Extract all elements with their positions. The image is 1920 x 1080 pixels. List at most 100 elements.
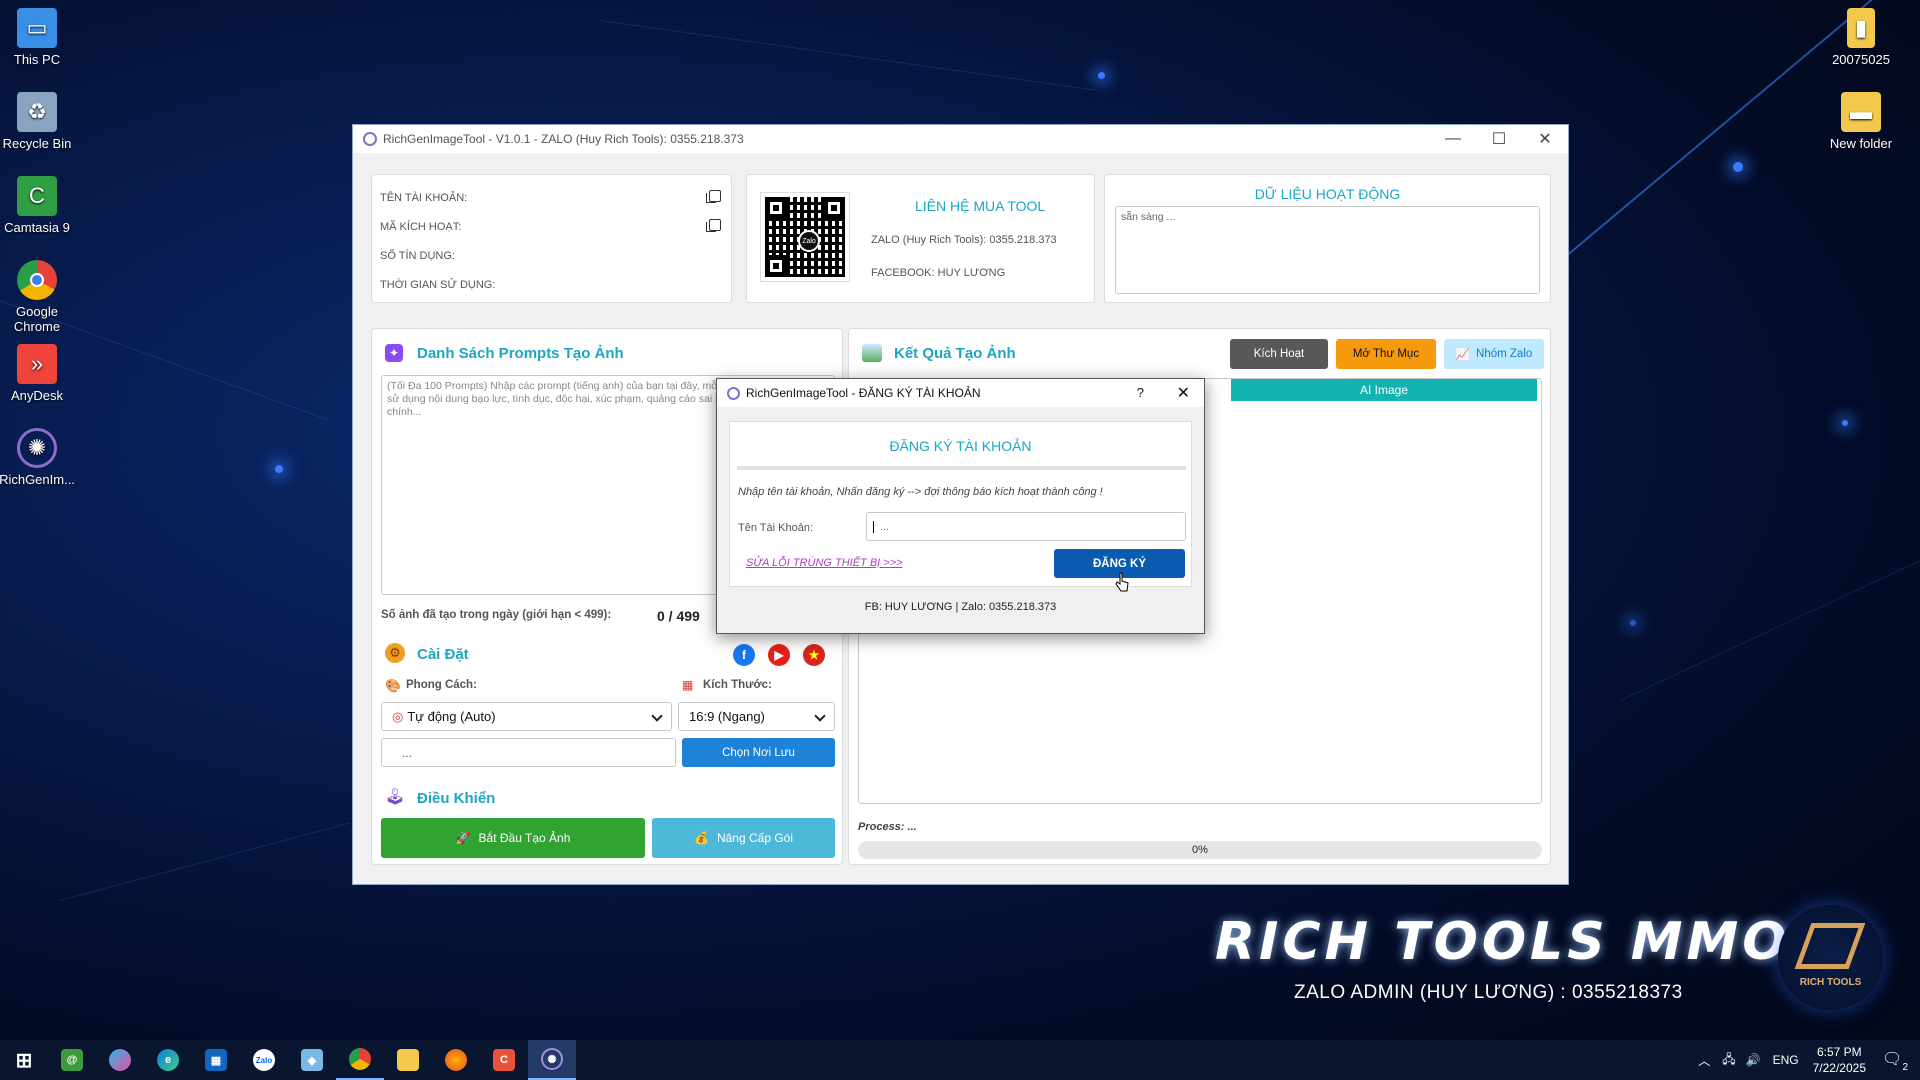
dialog-instruction: Nhập tên tài khoản, Nhấn đăng ký --> đợi… <box>738 486 1103 498</box>
size-label: Kích Thước: <box>703 679 772 691</box>
dialog-title-bar: RichGenImageTool - ĐĂNG KÝ TÀI KHOẢN ? ✕ <box>717 379 1204 407</box>
minimize-button[interactable]: — <box>1430 125 1476 153</box>
chevron-down-icon <box>814 710 826 722</box>
desktop-icon-label: AnyDesk <box>10 388 64 403</box>
fix-device-link[interactable]: SỬA LỖI TRÙNG THIẾT BỊ >>> <box>746 557 903 569</box>
explorer-icon <box>397 1049 419 1071</box>
taskbar-richgen[interactable]: ✺ <box>528 1040 576 1080</box>
network-icon[interactable]: 🖧 <box>1722 1050 1735 1071</box>
size-select[interactable]: 16:9 (Ngang) <box>678 702 835 731</box>
desktop-icon-label: Camtasia 9 <box>4 220 70 235</box>
contact-title: LIÊN HỆ MUA TOOL <box>915 198 1046 214</box>
clock[interactable]: 6:57 PM 7/22/2025 <box>1813 1044 1866 1076</box>
taskbar-chrome[interactable] <box>336 1040 384 1080</box>
results-title: Kết Quả Tạo Ảnh <box>894 345 1016 362</box>
facebook-icon[interactable]: f <box>733 644 755 666</box>
logo-mark-icon <box>1794 923 1866 969</box>
activity-panel: DỮ LIỆU HOẠT ĐỘNG sẵn sàng ... <box>1104 174 1551 303</box>
taskbar-camtasia[interactable]: C <box>480 1040 528 1080</box>
richgen-icon: ✺ <box>17 428 57 468</box>
open-folder-label: Mở Thư Mục <box>1352 348 1420 360</box>
language-indicator[interactable]: ENG <box>1773 1053 1799 1067</box>
zalo-group-button[interactable]: 📈 Nhóm Zalo <box>1444 339 1544 369</box>
settings-title: Cài Đặt <box>417 646 469 663</box>
dialog-heading: ĐĂNG KÝ TÀI KHOẢN <box>889 438 1032 454</box>
logo-text: RICH TOOLS <box>1799 977 1862 988</box>
desktop-icon-recycle-bin[interactable]: ♻ Recycle Bin <box>0 92 82 151</box>
close-button[interactable]: ✕ <box>1522 125 1568 153</box>
notification-icon: 🗨 <box>1882 1051 1903 1068</box>
glow-dot <box>275 465 283 473</box>
desktop-icon-chrome[interactable]: Google Chrome <box>0 260 82 334</box>
copy-username-icon[interactable] <box>706 190 721 203</box>
brand-logo: RICH TOOLS <box>1778 905 1883 1010</box>
glow-dot <box>1630 620 1636 626</box>
upgrade-button[interactable]: 💰 Nâng Cấp Gói <box>652 818 835 858</box>
window-title-bar: RichGenImageTool - V1.0.1 - ZALO (Huy Ri… <box>353 125 1568 153</box>
mouse-cursor <box>1115 572 1129 592</box>
desktop-icon-this-pc[interactable]: ▭ This PC <box>0 8 82 67</box>
open-folder-button[interactable]: Mở Thư Mục <box>1336 339 1436 369</box>
app-icon: ◆ <box>301 1049 323 1071</box>
desktop-icon-anydesk[interactable]: » AnyDesk <box>0 344 82 403</box>
contact-zalo: ZALO (Huy Rich Tools): 0355.218.373 <box>871 234 1057 246</box>
brand-subtitle: ZALO ADMIN (HUY LƯƠNG) : 0355218373 <box>1294 982 1683 1003</box>
start-label: Bắt Đầu Tạo Ảnh <box>478 831 571 845</box>
taskbar-mail[interactable]: @ <box>48 1040 96 1080</box>
notification-center-button[interactable]: 🗨 2 <box>1882 1049 1908 1073</box>
start-button[interactable]: 🚀 Bắt Đầu Tạo Ảnh <box>381 818 645 858</box>
chevron-down-icon <box>651 710 663 722</box>
dialog-username-label: Tên Tài Khoản: <box>738 522 814 534</box>
glow-dot <box>1842 420 1848 426</box>
activity-title: DỮ LIỆU HOẠT ĐỘNG <box>1254 186 1401 202</box>
progress-bar: 0% <box>858 841 1542 859</box>
taskbar-store[interactable]: ▦ <box>192 1040 240 1080</box>
mail-icon: @ <box>61 1049 83 1071</box>
desktop-icon-zip[interactable]: ▮ 20075025 <box>1816 8 1906 67</box>
taskbar-edge[interactable]: e <box>144 1040 192 1080</box>
network-line <box>599 20 1096 91</box>
sparkle-icon: ✦ <box>385 344 403 362</box>
desktop-icon-new-folder[interactable]: ▬ New folder <box>1816 92 1906 151</box>
activate-button[interactable]: Kích Hoạt <box>1230 339 1328 369</box>
taskbar-copilot[interactable] <box>96 1040 144 1080</box>
help-button[interactable]: ? <box>1137 385 1144 400</box>
dialog-title: RichGenImageTool - ĐĂNG KÝ TÀI KHOẢN <box>746 386 981 400</box>
vietnam-flag-icon[interactable]: ★ <box>803 644 825 666</box>
maximize-button[interactable]: ☐ <box>1476 125 1522 153</box>
camtasia-icon: C <box>493 1049 515 1071</box>
taskbar-zalo[interactable]: Zalo <box>240 1040 288 1080</box>
style-select[interactable]: ◎ Tự động (Auto) <box>381 702 672 731</box>
desktop-icon-richgen[interactable]: ✺ RichGenIm... <box>0 428 82 487</box>
chevron-up-icon[interactable]: ︿ <box>1698 1052 1710 1069</box>
desktop-icon-label: 20075025 <box>1832 52 1890 67</box>
taskbar-explorer[interactable] <box>384 1040 432 1080</box>
register-dialog: RichGenImageTool - ĐĂNG KÝ TÀI KHOẢN ? ✕… <box>716 378 1205 634</box>
network-line <box>60 822 351 901</box>
choose-folder-label: Chọn Nơi Lưu <box>722 746 795 759</box>
column-header-ai-image[interactable]: AI Image <box>1231 379 1537 401</box>
username-label: TÊN TÀI KHOẢN: <box>380 192 468 204</box>
computer-icon: ▭ <box>17 8 57 48</box>
start-button[interactable]: ⊞ <box>0 1040 48 1080</box>
daily-count-label: Số ảnh đã tạo trong ngày (giới hạn < 499… <box>381 609 612 621</box>
zalo-group-label: Nhóm Zalo <box>1476 348 1533 360</box>
choose-folder-button[interactable]: Chọn Nơi Lưu <box>682 738 835 767</box>
volume-icon[interactable]: 🔊 <box>1746 1053 1761 1067</box>
glow-dot <box>1733 162 1743 172</box>
contact-facebook: FACEBOOK: HUY LƯƠNG <box>871 267 1006 279</box>
dialog-close-button[interactable]: ✕ <box>1177 383 1190 403</box>
desktop-icon-camtasia[interactable]: C Camtasia 9 <box>0 176 82 235</box>
process-label: Process: ... <box>858 821 917 833</box>
notification-count: 2 <box>1902 1062 1908 1073</box>
anydesk-icon: » <box>17 344 57 384</box>
system-tray: ︿ 🖧 🔊 ENG 6:57 PM 7/22/2025 🗨 2 <box>1698 1040 1920 1080</box>
taskbar-firefox[interactable] <box>432 1040 480 1080</box>
activity-log[interactable]: sẵn sàng ... <box>1115 206 1540 294</box>
save-path-input[interactable]: ... <box>381 738 676 767</box>
taskbar-app[interactable]: ◆ <box>288 1040 336 1080</box>
daily-count-value: 0 / 499 <box>657 608 700 624</box>
copy-activation-icon[interactable] <box>706 219 721 232</box>
youtube-icon[interactable]: ▶ <box>768 644 790 666</box>
dialog-username-input[interactable]: ... <box>866 512 1186 541</box>
